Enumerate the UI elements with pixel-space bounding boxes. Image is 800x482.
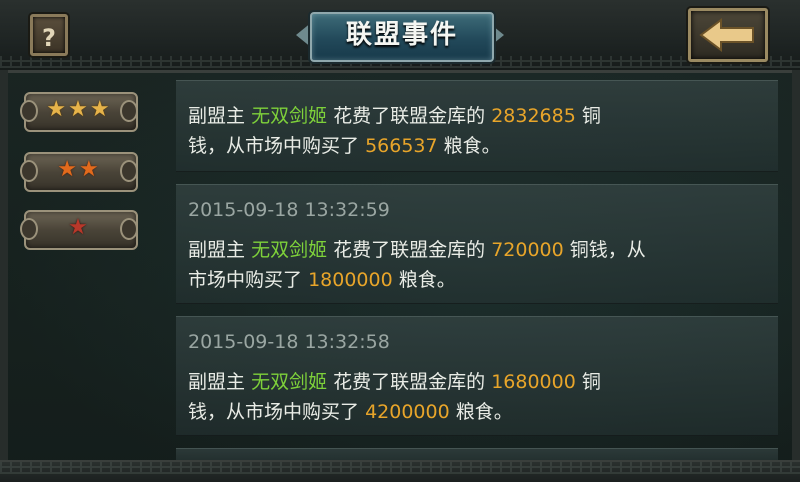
event-card: 2015-09-18 13:32:59 副盟主 无双剑姬 花费了联盟金库的 72…	[176, 184, 778, 304]
member-name: 无双剑姬	[251, 371, 328, 393]
help-button[interactable]: ?	[30, 14, 68, 56]
food-amount: 1800000	[308, 269, 393, 291]
page-title: 联盟事件	[345, 20, 458, 50]
tab-three-star[interactable]: ★★★	[20, 88, 138, 132]
event-text: 铜钱，从	[569, 239, 646, 261]
event-text: 市场中购买了	[188, 269, 303, 291]
food-amount: 566537	[365, 135, 438, 157]
event-card	[176, 448, 778, 460]
event-text: 花费了联盟金库的	[333, 105, 486, 127]
event-text: 粮食。	[443, 135, 501, 157]
tab-one-star[interactable]: ★	[20, 206, 138, 250]
one-star-icon: ★	[68, 215, 90, 240]
event-text: 钱，从市场中购买了	[188, 135, 360, 157]
event-message: 副盟主 无双剑姬 花费了联盟金库的 1680000 铜 钱，从市场中购买了 42…	[188, 367, 768, 427]
tab-two-star[interactable]: ★★	[20, 148, 138, 192]
bottom-border-pattern	[0, 462, 800, 474]
event-message: 副盟主 无双剑姬 花费了联盟金库的 720000 铜钱，从 市场中购买了 180…	[188, 235, 768, 295]
event-timestamp: 2015-09-18 13:32:59	[188, 199, 390, 221]
copper-amount: 2832685	[491, 105, 576, 127]
back-button[interactable]	[688, 8, 768, 62]
event-text: 粮食。	[455, 401, 513, 423]
back-arrow-icon	[699, 18, 754, 52]
event-card: 副盟主 无双剑姬 花费了联盟金库的 2832685 铜 钱，从市场中购买了 56…	[176, 80, 778, 172]
event-list[interactable]: 副盟主 无双剑姬 花费了联盟金库的 2832685 铜 钱，从市场中购买了 56…	[176, 80, 778, 460]
member-name: 无双剑姬	[251, 105, 328, 127]
event-role: 副盟主	[188, 105, 246, 127]
event-role: 副盟主	[188, 239, 246, 261]
event-text: 钱，从市场中购买了	[188, 401, 360, 423]
event-role: 副盟主	[188, 371, 246, 393]
event-text: 花费了联盟金库的	[333, 239, 486, 261]
copper-amount: 720000	[491, 239, 564, 261]
two-star-icon: ★★	[57, 157, 101, 182]
three-star-icon: ★★★	[46, 97, 112, 122]
event-text: 粮食。	[398, 269, 456, 291]
copper-amount: 1680000	[491, 371, 576, 393]
event-text: 铜	[581, 105, 601, 127]
event-text: 铜	[581, 371, 601, 393]
event-card: 2015-09-18 13:32:58 副盟主 无双剑姬 花费了联盟金库的 16…	[176, 316, 778, 436]
event-message: 副盟主 无双剑姬 花费了联盟金库的 2832685 铜 钱，从市场中购买了 56…	[188, 101, 768, 161]
event-timestamp: 2015-09-18 13:32:58	[188, 331, 390, 353]
food-amount: 4200000	[365, 401, 450, 423]
right-frame	[792, 70, 800, 480]
member-name: 无双剑姬	[251, 239, 328, 261]
title-plate: 联盟事件	[296, 6, 504, 64]
question-mark-icon: ?	[42, 24, 56, 52]
event-text: 花费了联盟金库的	[333, 371, 486, 393]
left-frame	[0, 70, 8, 480]
